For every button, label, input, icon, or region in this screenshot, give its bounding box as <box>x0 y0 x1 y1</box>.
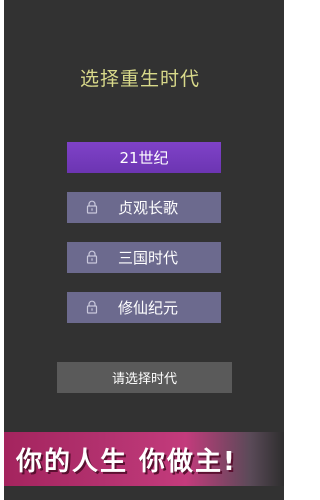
era-select-screen: 选择重生时代 21世纪 贞观长歌 三国时代 修仙纪元 请选择时代 你的人生 你做… <box>4 0 284 500</box>
era-label: 贞观长歌 <box>117 199 178 217</box>
confirm-era-button[interactable]: 请选择时代 <box>57 362 232 393</box>
lock-icon <box>86 250 98 264</box>
era-label: 修仙纪元 <box>117 299 178 317</box>
era-label: 三国时代 <box>117 249 178 267</box>
page-title: 选择重生时代 <box>79 68 200 90</box>
lock-icon <box>86 200 98 214</box>
banner-slogan: 你的人生 你做主! <box>16 447 237 477</box>
era-button-zhenguan[interactable]: 贞观长歌 <box>67 192 221 223</box>
era-button-21st-century[interactable]: 21世纪 <box>67 142 221 173</box>
era-label: 21世纪 <box>119 149 169 167</box>
promo-banner: 你的人生 你做主! <box>4 432 284 486</box>
lock-icon <box>86 300 98 314</box>
era-button-cultivation[interactable]: 修仙纪元 <box>67 292 221 323</box>
era-button-three-kingdoms[interactable]: 三国时代 <box>67 242 221 273</box>
